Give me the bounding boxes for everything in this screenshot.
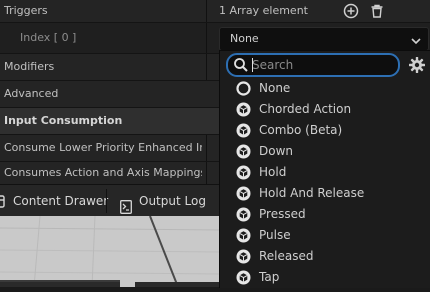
option-label: Hold — [259, 165, 287, 179]
bottom-toolbar: Content Drawer Output Log — [0, 184, 220, 217]
consumes-action-label: Consumes Action and Axis Mappings — [4, 166, 202, 179]
option-label: Combo (Beta) — [259, 123, 343, 137]
chevron-down-icon — [410, 33, 422, 45]
search-box[interactable] — [226, 53, 400, 77]
trigger-class-value: None — [230, 32, 259, 45]
option-item[interactable]: Chorded Action — [220, 99, 430, 120]
trigger-class-icon — [236, 144, 251, 159]
option-item[interactable]: Pulse — [220, 225, 430, 246]
option-item[interactable]: Down — [220, 141, 430, 162]
trash-icon[interactable] — [369, 3, 385, 19]
option-label: None — [259, 81, 291, 95]
content-drawer-label: Content Drawer — [13, 194, 109, 208]
option-item[interactable]: None — [220, 78, 430, 99]
option-item[interactable]: Combo (Beta) — [220, 120, 430, 141]
viewport-floor — [0, 216, 220, 287]
option-label: Pulse — [259, 228, 291, 242]
option-item[interactable]: Hold — [220, 162, 430, 183]
output-log-label: Output Log — [139, 194, 206, 208]
option-label: Released — [259, 249, 314, 263]
none-icon — [236, 81, 251, 96]
option-label: Hold And Release — [259, 186, 365, 200]
column-divider[interactable] — [206, 0, 207, 22]
trigger-class-popup: None Chorded Action Combo (Beta) Down Hold Ho… — [219, 50, 430, 288]
content-drawer-button[interactable]: Content Drawer — [0, 185, 108, 217]
triggers-label: Triggers — [4, 4, 48, 17]
trigger-class-icon — [236, 207, 251, 222]
level-viewport[interactable] — [0, 216, 220, 287]
trigger-class-dropdown[interactable]: None — [219, 27, 429, 51]
option-label: Pressed — [259, 207, 306, 221]
modifiers-label: Modifiers — [4, 60, 55, 73]
gear-icon[interactable] — [408, 56, 426, 74]
option-item[interactable]: Pressed — [220, 204, 430, 225]
add-element-icon[interactable] — [343, 3, 359, 19]
toolbar-separator — [106, 189, 107, 213]
trigger-class-icon — [236, 270, 251, 285]
option-item[interactable]: Hold And Release — [220, 183, 430, 204]
column-divider[interactable] — [206, 135, 207, 161]
output-log-button[interactable]: Output Log — [108, 185, 212, 217]
option-label: Chorded Action — [259, 102, 352, 116]
advanced-label: Advanced — [4, 87, 59, 100]
trigger-class-icon — [236, 228, 251, 243]
trigger-class-icon — [236, 102, 251, 117]
trigger-class-icon — [236, 123, 251, 138]
search-icon — [233, 57, 249, 73]
search-input[interactable] — [252, 55, 392, 75]
option-item[interactable]: Released — [220, 246, 430, 267]
trigger-class-icon — [236, 186, 251, 201]
triggers-row[interactable]: Triggers 1 Array element — [0, 0, 430, 23]
trigger-class-icon — [236, 249, 251, 264]
triggers-value: 1 Array element — [219, 4, 308, 17]
option-label: Tap — [259, 270, 280, 284]
option-item[interactable]: Tap — [220, 267, 430, 288]
text-caret — [252, 58, 253, 72]
option-label: Down — [259, 144, 294, 158]
input-consumption-label: Input Consumption — [4, 114, 123, 127]
consume-lower-priority-label: Consume Lower Priority Enhanced Inp... — [4, 141, 202, 154]
column-divider[interactable] — [206, 23, 207, 53]
index-label: Index [ 0 ] — [20, 31, 77, 44]
column-divider[interactable] — [206, 54, 207, 80]
trigger-class-icon — [236, 165, 251, 180]
column-divider[interactable] — [206, 162, 207, 184]
